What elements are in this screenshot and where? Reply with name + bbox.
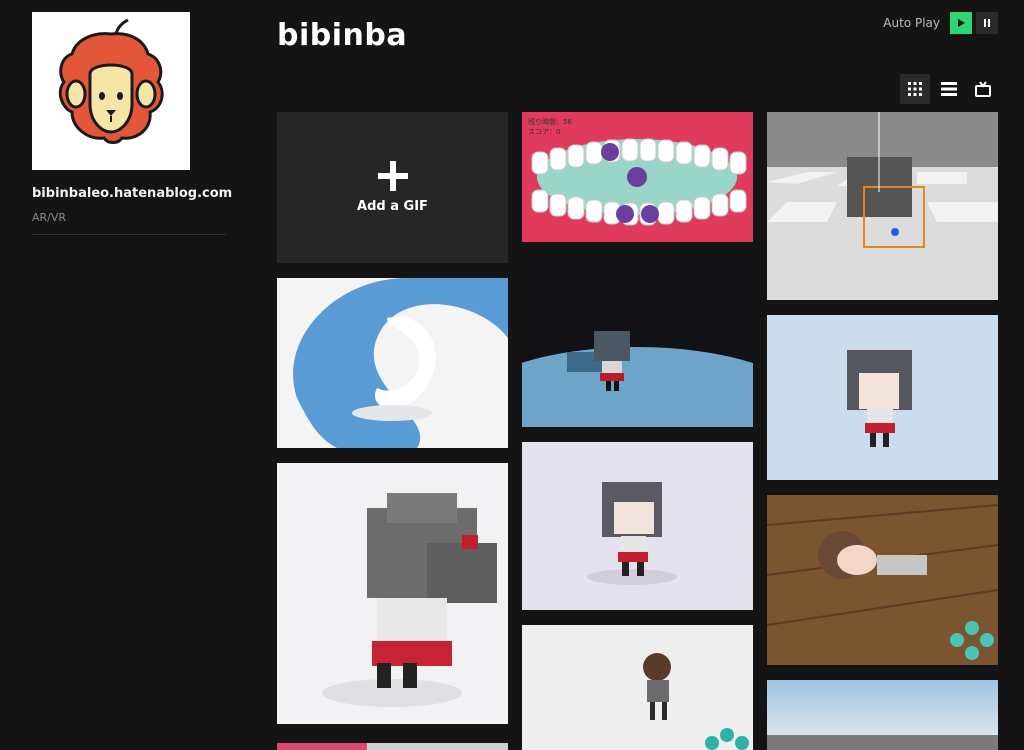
- autoplay-controls: Auto Play: [883, 12, 998, 34]
- lion-logo-icon: [32, 12, 190, 170]
- pause-button[interactable]: [976, 12, 998, 34]
- gif-tile-blue-swirl[interactable]: [277, 278, 508, 448]
- gif-thumbnail: [522, 257, 753, 427]
- gif-thumbnail: [767, 680, 998, 750]
- gif-tile-dark-stage[interactable]: [522, 257, 753, 427]
- sidebar: bibinbaleo.hatenablog.com AR/VR: [32, 12, 232, 235]
- gif-tile-anime-girl-run[interactable]: [522, 625, 753, 750]
- gif-tile-voxel-girl-back[interactable]: [277, 463, 508, 724]
- grid-view-button[interactable]: [900, 74, 930, 104]
- category-label[interactable]: AR/VR: [32, 211, 226, 235]
- gif-tile-sky-scene[interactable]: [767, 680, 998, 750]
- gif-tile-ar-floor[interactable]: [767, 495, 998, 665]
- tv-view-button[interactable]: [968, 74, 998, 104]
- gif-tile-partial[interactable]: [277, 739, 508, 750]
- gif-thumbnail: [767, 315, 998, 480]
- score-label: スコア：0: [528, 128, 560, 136]
- add-gif-label: Add a GIF: [357, 199, 428, 214]
- view-toggles: [900, 74, 998, 104]
- tv-icon: [975, 81, 991, 97]
- gif-tile-teeth-game[interactable]: 残り時間：56 スコア：0: [522, 112, 753, 242]
- add-gif-button[interactable]: Add a GIF: [277, 112, 508, 263]
- gif-thumbnail: [767, 495, 998, 665]
- pause-icon: [984, 19, 990, 27]
- gif-tile-voxel-girl-front[interactable]: [522, 442, 753, 610]
- gif-thumbnail: [277, 743, 508, 750]
- page-title: bibinba: [277, 18, 408, 53]
- gif-thumbnail: [522, 442, 753, 610]
- gif-tile-unity-editor[interactable]: [767, 112, 998, 300]
- timer-label: 残り時間：56: [528, 117, 572, 126]
- avatar[interactable]: [32, 12, 190, 170]
- autoplay-label: Auto Play: [883, 16, 940, 30]
- list-icon: [941, 82, 957, 96]
- gif-thumbnail: [277, 463, 508, 724]
- list-view-button[interactable]: [934, 74, 964, 104]
- blog-url-link[interactable]: bibinbaleo.hatenablog.com: [32, 186, 232, 201]
- grid-icon: [908, 82, 922, 96]
- gif-thumbnail: [522, 625, 753, 750]
- gif-thumbnail: 残り時間：56 スコア：0: [522, 112, 753, 242]
- gif-tile-star-background[interactable]: [767, 315, 998, 480]
- play-icon: [958, 19, 965, 27]
- plus-icon: [377, 161, 408, 191]
- gif-thumbnail: [277, 278, 508, 448]
- play-button[interactable]: [950, 12, 972, 34]
- gif-thumbnail: [767, 112, 998, 300]
